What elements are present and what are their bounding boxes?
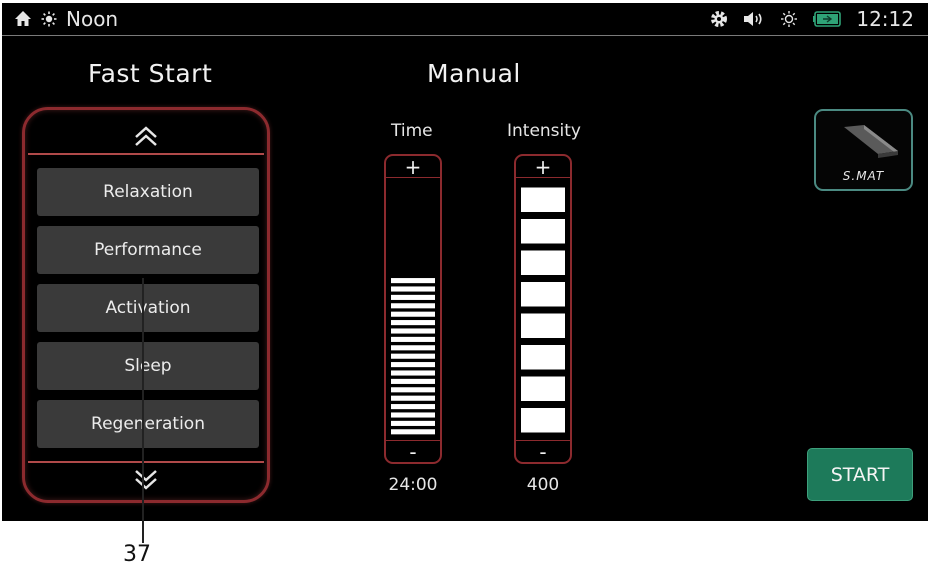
time-value: 24:00 (388, 475, 438, 495)
double-chevron-up-icon[interactable] (131, 120, 161, 150)
preset-activation-button[interactable]: Activation (37, 284, 259, 332)
time-level-segment (391, 362, 435, 368)
callout-leader-line (142, 278, 144, 543)
gear-icon[interactable] (710, 10, 728, 28)
clock: 12:12 (856, 7, 914, 31)
intensity-slider[interactable]: + - (514, 154, 572, 464)
intensity-level-segment (521, 376, 565, 401)
time-level-segment (391, 378, 435, 384)
intensity-level-segment (521, 219, 565, 244)
time-level-segment (391, 395, 435, 401)
time-level-segment (391, 278, 435, 284)
intensity-level-segment (521, 345, 565, 370)
intensity-label: Intensity (507, 121, 581, 141)
time-decrease-button[interactable]: - (386, 440, 440, 464)
time-level-segment (391, 429, 435, 435)
mat-icon (844, 125, 898, 158)
time-label: Time (391, 121, 433, 141)
double-chevron-down-icon[interactable] (131, 466, 161, 496)
time-increase-button[interactable]: + (386, 155, 440, 179)
sun-icon (41, 11, 57, 27)
time-level-segment (391, 311, 435, 317)
time-level-segment (391, 320, 435, 326)
intensity-level-segment (521, 187, 565, 212)
intensity-increase-button[interactable]: + (516, 155, 570, 179)
fast-start-title: Fast Start (88, 59, 213, 88)
speaker-icon[interactable] (743, 10, 765, 28)
time-level-segment (391, 404, 435, 410)
time-level-segment (391, 387, 435, 393)
preset-relaxation-button[interactable]: Relaxation (37, 168, 259, 216)
status-left: Noon (14, 7, 118, 31)
time-level-segment (391, 420, 435, 426)
panel-divider-top (28, 153, 264, 155)
time-level-bars (391, 278, 435, 435)
smat-button[interactable]: S.MAT (814, 109, 913, 191)
brightness-icon[interactable] (780, 10, 798, 28)
status-right: 12:12 (710, 7, 914, 31)
time-level-segment (391, 286, 435, 292)
intensity-level-segment (521, 408, 565, 433)
home-icon[interactable] (14, 10, 32, 28)
fast-start-panel: Relaxation Performance Activation Sleep … (22, 107, 270, 503)
intensity-value: 400 (526, 475, 560, 495)
intensity-decrease-button[interactable]: - (516, 440, 570, 464)
preset-regeneration-button[interactable]: Regeneration (37, 400, 259, 448)
smat-label: S.MAT (842, 169, 885, 183)
battery-charging-icon (813, 11, 842, 27)
intensity-level-segment (521, 313, 565, 338)
time-level-segment (391, 303, 435, 309)
panel-divider-bottom (28, 461, 264, 463)
preset-sleep-button[interactable]: Sleep (37, 342, 259, 390)
time-level-segment (391, 328, 435, 334)
intensity-level-segment (521, 250, 565, 275)
mode-label: Noon (66, 7, 119, 31)
intensity-level-segment (521, 282, 565, 307)
time-level-segment (391, 353, 435, 359)
start-button[interactable]: START (807, 448, 913, 501)
status-bar: Noon 12:12 (2, 3, 928, 36)
device-screen: Noon 12:12 Fast Start Manual Relaxation (2, 3, 928, 521)
time-level-segment (391, 412, 435, 418)
time-level-segment (391, 294, 435, 300)
time-slider[interactable]: + - (384, 154, 442, 464)
callout-number: 37 (123, 542, 151, 567)
time-level-segment (391, 370, 435, 376)
intensity-level-bars (521, 187, 565, 433)
time-level-segment (391, 336, 435, 342)
preset-performance-button[interactable]: Performance (37, 226, 259, 274)
manual-title: Manual (427, 59, 521, 88)
time-level-segment (391, 345, 435, 351)
